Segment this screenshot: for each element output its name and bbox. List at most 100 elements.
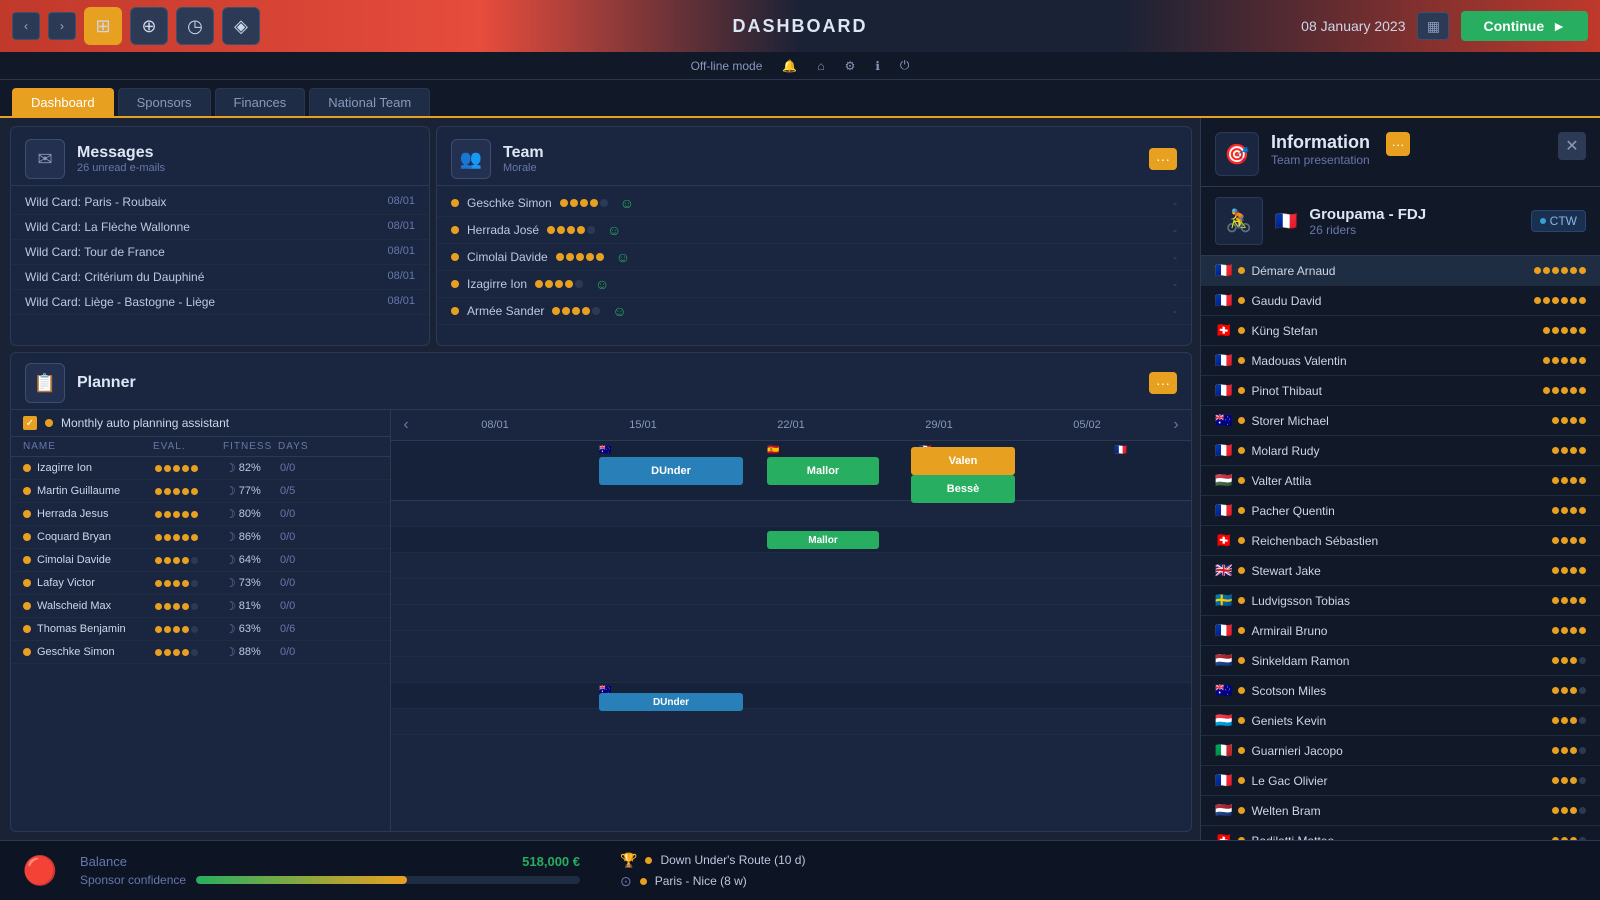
rider-name: Izagirre Ion	[467, 277, 527, 291]
col-days: DAYS	[278, 441, 323, 452]
planner-body: ✓ Monthly auto planning assistant NAME E…	[11, 410, 1191, 832]
top-bar: ‹ › ⊞ ⊕ ◷ ◈ DASHBOARD 08 January 2023 ▦ …	[0, 0, 1600, 52]
rider-cal-row	[391, 709, 1191, 735]
team-name-block: Groupama - FDJ 26 riders	[1309, 206, 1426, 237]
race-name: Down Under's Route (10 d)	[660, 853, 805, 867]
message-item[interactable]: Wild Card: Paris - Roubaix 08/01	[11, 190, 429, 215]
rider-row[interactable]: Lafay Victor ☽73% 0/0	[11, 572, 390, 595]
rider-info-item[interactable]: 🇨🇭 Badilatti Matteo	[1201, 826, 1600, 840]
info-title-block: Information Team presentation	[1271, 132, 1370, 167]
morale-dots	[560, 199, 608, 207]
rider-cal-row	[391, 501, 1191, 527]
team-item[interactable]: Herrada José ☺ -	[437, 217, 1191, 244]
race-info-item: ⊙ Paris - Nice (8 w)	[620, 873, 1588, 890]
rider-info-item[interactable]: 🇱🇺 Geniets Kevin	[1201, 706, 1600, 736]
message-item[interactable]: Wild Card: La Flèche Wallonne 08/01	[11, 215, 429, 240]
rider-info-item[interactable]: 🇸🇪 Ludvigsson Tobias	[1201, 586, 1600, 616]
team-item[interactable]: Izagirre Ion ☺ -	[437, 271, 1191, 298]
rider-row[interactable]: Herrada Jesus ☽80% 0/0	[11, 503, 390, 526]
auto-planning-checkbox[interactable]: ✓	[23, 416, 37, 430]
message-item[interactable]: Wild Card: Liège - Bastogne - Liège 08/0…	[11, 290, 429, 315]
continue-label: Continue	[1483, 18, 1544, 34]
team-title: Team	[503, 144, 544, 162]
cal-prev-button[interactable]: ‹	[391, 416, 421, 434]
race-row-main: 🇦🇺 🇪🇸 🇫🇷 🇫🇷 DUnder Mallor Valen	[391, 441, 1191, 501]
rider-name: Herrada José	[467, 223, 539, 237]
rider-info-item[interactable]: 🇦🇺 Storer Michael	[1201, 406, 1600, 436]
rider-info-item[interactable]: 🇫🇷 Gaudu David	[1201, 286, 1600, 316]
team-item[interactable]: Armée Sander ☺ -	[437, 298, 1191, 325]
auto-planning-row: ✓ Monthly auto planning assistant	[11, 410, 390, 437]
rider-row[interactable]: Geschke Simon ☽88% 0/0	[11, 641, 390, 664]
rider-info-item[interactable]: 🇫🇷 Armirail Bruno	[1201, 616, 1600, 646]
info-more-button[interactable]: ···	[1386, 132, 1410, 156]
rider-info-item[interactable]: 🇦🇺 Scotson Miles	[1201, 676, 1600, 706]
cal-block-mallor: Mallor	[767, 531, 879, 549]
races-section: 🏆 Down Under's Route (10 d) ⊙ Paris - Ni…	[580, 852, 1588, 890]
team-item[interactable]: Geschke Simon ☺ -	[437, 190, 1191, 217]
rider-row[interactable]: Cimolai Davide ☽64% 0/0	[11, 549, 390, 572]
rider-info-item[interactable]: 🇳🇱 Welten Bram	[1201, 796, 1600, 826]
ctw-badge: CTW	[1531, 210, 1586, 232]
message-item[interactable]: Wild Card: Critérium du Dauphiné 08/01	[11, 265, 429, 290]
planner-title: Planner	[77, 374, 136, 392]
dashboard-icon[interactable]: ⊞	[84, 7, 122, 45]
back-button[interactable]: ‹	[12, 12, 40, 40]
moon-icon: ☽	[225, 461, 236, 475]
power-icon: ⏻	[900, 58, 910, 73]
rider-row[interactable]: Walscheid Max ☽81% 0/0	[11, 595, 390, 618]
route-icon: ⊙	[620, 873, 632, 890]
rider-info-item[interactable]: 🇫🇷 Pacher Quentin	[1201, 496, 1600, 526]
info-subtitle: Team presentation	[1271, 153, 1370, 167]
rider-info-item[interactable]: 🇨🇭 Küng Stefan	[1201, 316, 1600, 346]
globe-icon[interactable]: ⊕	[130, 7, 168, 45]
page-title: DASHBOARD	[733, 16, 868, 37]
calendar-button[interactable]: ▦	[1417, 12, 1449, 40]
rider-info-item[interactable]: 🇫🇷 Pinot Thibaut	[1201, 376, 1600, 406]
tab-sponsors[interactable]: Sponsors	[118, 88, 211, 116]
rider-info-item[interactable]: 🇫🇷 Madouas Valentin	[1201, 346, 1600, 376]
status-bar: Off-line mode 🔔 ⌂ ⚙ ℹ ⏻	[0, 52, 1600, 80]
rider-info-item[interactable]: 🇮🇹 Guarnieri Jacopo	[1201, 736, 1600, 766]
rider-info-item[interactable]: 🇨🇭 Reichenbach Sébastien	[1201, 526, 1600, 556]
forward-button[interactable]: ›	[48, 12, 76, 40]
rider-name: Cimolai Davide	[467, 250, 548, 264]
messages-header: ✉ Messages 26 unread e-mails	[11, 127, 429, 186]
top-bar-left: ‹ › ⊞ ⊕ ◷ ◈	[12, 7, 260, 45]
rider-info-item[interactable]: 🇭🇺 Valter Attila	[1201, 466, 1600, 496]
team-jersey: 🚴	[1215, 197, 1263, 245]
team-panel: 👥 Team Morale ··· Geschke Simon ☺	[436, 126, 1192, 346]
cal-next-button[interactable]: ›	[1161, 416, 1191, 434]
morale-dot	[560, 199, 568, 207]
rider-row[interactable]: Martin Guillaume ☽77% 0/5	[11, 480, 390, 503]
rider-row[interactable]: Coquard Bryan ☽86% 0/0	[11, 526, 390, 549]
rider-row[interactable]: Izagirre Ion ☽82% 0/0	[11, 457, 390, 480]
team-item[interactable]: Cimolai Davide ☺ -	[437, 244, 1191, 271]
planner-rider-list: ✓ Monthly auto planning assistant NAME E…	[11, 410, 391, 832]
planner-icon: 📋	[25, 363, 65, 403]
rider-cal-row	[391, 657, 1191, 683]
tab-dashboard[interactable]: Dashboard	[12, 88, 114, 116]
top-row: ✉ Messages 26 unread e-mails Wild Card: …	[10, 126, 1192, 346]
info-title: Information	[1271, 132, 1370, 153]
rider-info-item[interactable]: 🇫🇷 Le Gac Olivier	[1201, 766, 1600, 796]
chart-icon[interactable]: ◈	[222, 7, 260, 45]
tab-national-team[interactable]: National Team	[309, 88, 430, 116]
planner-more-button[interactable]: ···	[1149, 372, 1177, 394]
rider-info-item[interactable]: 🇫🇷 Démare Arnaud	[1201, 256, 1600, 286]
rider-info-item[interactable]: 🇳🇱 Sinkeldam Ramon	[1201, 646, 1600, 676]
clock-icon[interactable]: ◷	[176, 7, 214, 45]
rider-info-item[interactable]: 🇫🇷 Molard Rudy	[1201, 436, 1600, 466]
col-fitness: FITNESS	[223, 441, 278, 452]
team-more-button[interactable]: ···	[1149, 148, 1177, 170]
rider-info-item[interactable]: 🇬🇧 Stewart Jake	[1201, 556, 1600, 586]
tab-finances[interactable]: Finances	[215, 88, 306, 116]
continue-button[interactable]: Continue ►	[1461, 11, 1588, 41]
rider-row[interactable]: Thomas Benjamin ☽63% 0/6	[11, 618, 390, 641]
race-block-dunder: DUnder	[599, 457, 743, 485]
message-item[interactable]: Wild Card: Tour de France 08/01	[11, 240, 429, 265]
messages-title-block: Messages 26 unread e-mails	[77, 144, 165, 174]
race-block-valen: Valen	[911, 447, 1015, 475]
info-close-button[interactable]: ✕	[1558, 132, 1586, 160]
confidence-fill	[196, 876, 407, 884]
